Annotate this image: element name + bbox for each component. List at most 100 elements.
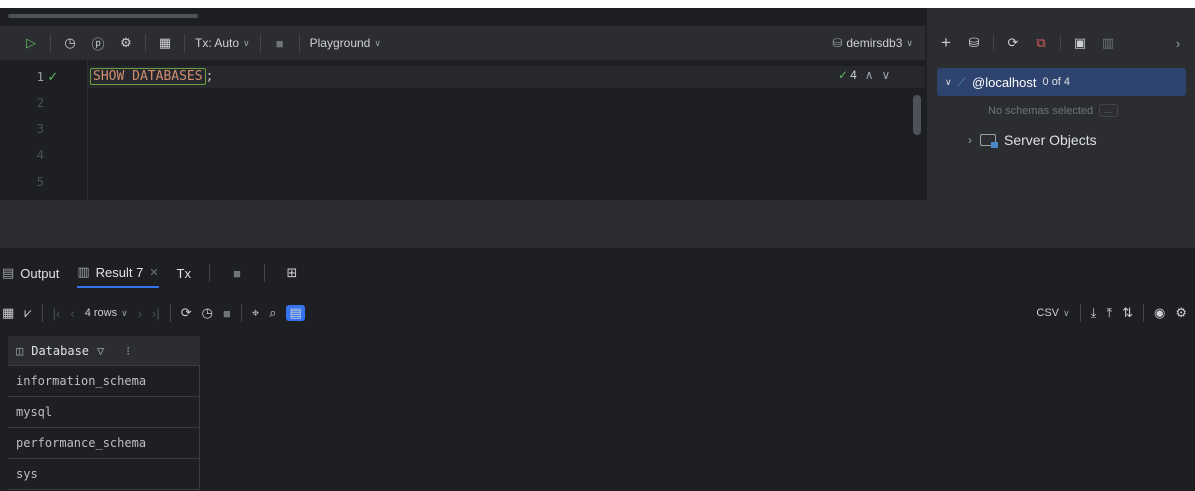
refresh-icon[interactable]: ⟳ — [181, 305, 192, 321]
table-row[interactable]: mysql — [8, 397, 200, 428]
stop-icon[interactable]: ■ — [223, 306, 231, 321]
column-view-icon[interactable]: ▤ — [286, 305, 305, 321]
editor-scrollbar[interactable] — [913, 95, 921, 135]
table-row[interactable]: sys — [8, 459, 200, 490]
toolbar-divider — [240, 304, 242, 322]
services-tab-bar: ▤ Output ▥ Result 7 ✕ Tx ■ ⊞ — [0, 258, 301, 288]
sort-icon[interactable]: ⁝ — [126, 344, 130, 358]
rows-dropdown[interactable]: 4 rows ∨ — [85, 307, 128, 319]
select-schemas-button[interactable]: ... — [1099, 104, 1118, 117]
last-page-icon[interactable]: ›| — [152, 306, 160, 321]
export-format-dropdown[interactable]: CSV ∨ — [1036, 307, 1069, 319]
disconnect-icon[interactable]: ⧉ — [1032, 34, 1050, 52]
chevron-right-icon[interactable]: › — [1169, 34, 1187, 52]
table-row[interactable]: performance_schema — [8, 428, 200, 459]
column-header-database[interactable]: ◫ Database ▽ ⁝ — [8, 336, 200, 366]
toolbar-divider — [50, 34, 51, 52]
results-toolbar-right: CSV ∨ ⤓ ⤒ ⇅ ◉ ⚙ — [1036, 304, 1187, 322]
toolbar-divider — [209, 264, 210, 282]
column-header-label: Database — [31, 343, 90, 358]
toolbar-divider — [145, 34, 146, 52]
tab-output[interactable]: ▤ Output — [2, 258, 59, 288]
editor-toolbar: ▷ ◷ ⓟ ⚙ ▦ Tx: Auto ∨ ■ Playground ∨ ⛁ demir… — [0, 26, 925, 60]
compare-icon[interactable]: ⇅ — [1122, 305, 1133, 321]
settings-icon[interactable]: ⚙ — [1175, 305, 1187, 321]
chevron-down-icon[interactable]: ∨ — [882, 68, 891, 82]
line-number: 5 — [36, 175, 44, 189]
console-icon[interactable]: ▣ — [1071, 34, 1089, 52]
toolbar-divider — [1143, 304, 1144, 322]
tree-item-localhost[interactable]: ∨ ⟋ @localhost 0 of 4 — [937, 68, 1186, 96]
server-objects-label: Server Objects — [1004, 132, 1097, 148]
transaction-mode-dropdown[interactable]: Tx: Auto ∨ — [195, 36, 250, 50]
toolbar-divider — [1079, 304, 1081, 322]
database-icon[interactable]: ⛁ — [965, 34, 983, 52]
code-line[interactable]: SHOW DATABASES; — [90, 68, 213, 85]
toolbar-divider — [184, 34, 185, 52]
grid-view-icon[interactable]: ▦ — [2, 305, 14, 321]
table-row[interactable]: information_schema — [8, 366, 200, 397]
chevron-down-icon: ∨ — [1063, 307, 1070, 318]
datasource-dropdown[interactable]: ⛁ demirsdb3 ∨ — [832, 36, 913, 50]
previous-page-icon[interactable]: ‹ — [70, 306, 74, 321]
check-icon: ✓ — [838, 68, 849, 82]
chevron-down-icon: ∨ — [374, 37, 381, 48]
output-icon: ▤ — [2, 265, 15, 280]
tab-result-label: Result 7 — [95, 264, 144, 280]
filter-icon[interactable]: ▽ — [97, 344, 104, 358]
refresh-icon[interactable]: ⟳ — [1004, 34, 1022, 52]
toolbar-divider — [259, 34, 261, 52]
table-cell: mysql — [16, 405, 53, 419]
line-number: 4 — [36, 148, 44, 162]
line-number: 3 — [36, 122, 44, 136]
connection-icon: ⟋ — [957, 74, 966, 89]
toolbar-divider — [41, 304, 43, 322]
tab-transaction-label: Tx — [176, 265, 191, 281]
inspection-widget[interactable]: ✓ 4 ∧ ∨ — [838, 68, 890, 82]
datasource-label: demirsdb3 — [846, 36, 903, 50]
toolbar-divider — [264, 264, 265, 282]
search-icon[interactable]: ⌕ — [269, 305, 276, 321]
playground-label: Playground — [309, 36, 371, 50]
export-format-label: CSV — [1036, 307, 1059, 319]
chevron-up-icon[interactable]: ∧ — [865, 68, 874, 82]
upload-icon[interactable]: ⤒ — [1106, 305, 1112, 321]
line-number: 2 — [36, 96, 44, 110]
chevron-right-icon[interactable]: › — [968, 133, 972, 147]
table-cell: information_schema — [16, 374, 147, 388]
tab-transaction[interactable]: Tx — [177, 258, 191, 288]
window-drag-strip[interactable] — [8, 14, 198, 18]
chevron-down-icon[interactable]: ∨ — [945, 77, 952, 88]
tree-item-server-objects[interactable]: › Server Objects — [968, 132, 1097, 148]
table-cell: sys — [16, 467, 38, 481]
layout-icon[interactable]: ⊞ — [283, 264, 301, 282]
tab-result[interactable]: ▥ Result 7 ✕ — [77, 258, 159, 288]
close-icon[interactable]: ✕ — [149, 266, 158, 279]
playground-dropdown[interactable]: Playground ∨ — [310, 36, 381, 50]
add-icon[interactable]: + — [937, 33, 955, 52]
first-page-icon[interactable]: |‹ — [53, 306, 61, 321]
chart-view-icon[interactable]: ⩗ — [24, 305, 31, 321]
pin-icon[interactable]: ⌖ — [252, 305, 259, 321]
explain-plan-icon[interactable]: ⓟ — [89, 34, 107, 52]
stop-icon[interactable]: ■ — [271, 34, 289, 52]
no-schemas-row: No schemas selected ... — [988, 104, 1118, 117]
download-icon[interactable]: ⤓ — [1091, 305, 1097, 321]
toolbar-divider — [298, 34, 300, 52]
table-view-icon[interactable]: ▦ — [156, 34, 174, 52]
table-cell: performance_schema — [16, 436, 147, 450]
chevron-down-icon: ∨ — [243, 37, 250, 48]
run-icon[interactable]: ▷ — [22, 34, 40, 52]
panel-splitter[interactable] — [0, 200, 1195, 248]
no-schemas-text: No schemas selected — [988, 104, 1094, 117]
history-icon[interactable]: ◷ — [61, 34, 79, 52]
history-icon[interactable]: ◷ — [202, 305, 213, 321]
table-icon: ▥ — [77, 264, 90, 279]
transaction-mode-label: Tx: Auto — [195, 36, 240, 50]
stop-icon[interactable]: ■ — [228, 264, 246, 282]
next-page-icon[interactable]: › — [138, 306, 142, 321]
table-icon[interactable]: ▥ — [1099, 34, 1117, 52]
eye-icon[interactable]: ◉ — [1154, 305, 1165, 321]
toolbar-divider — [169, 304, 171, 322]
settings-icon[interactable]: ⚙ — [117, 34, 135, 52]
